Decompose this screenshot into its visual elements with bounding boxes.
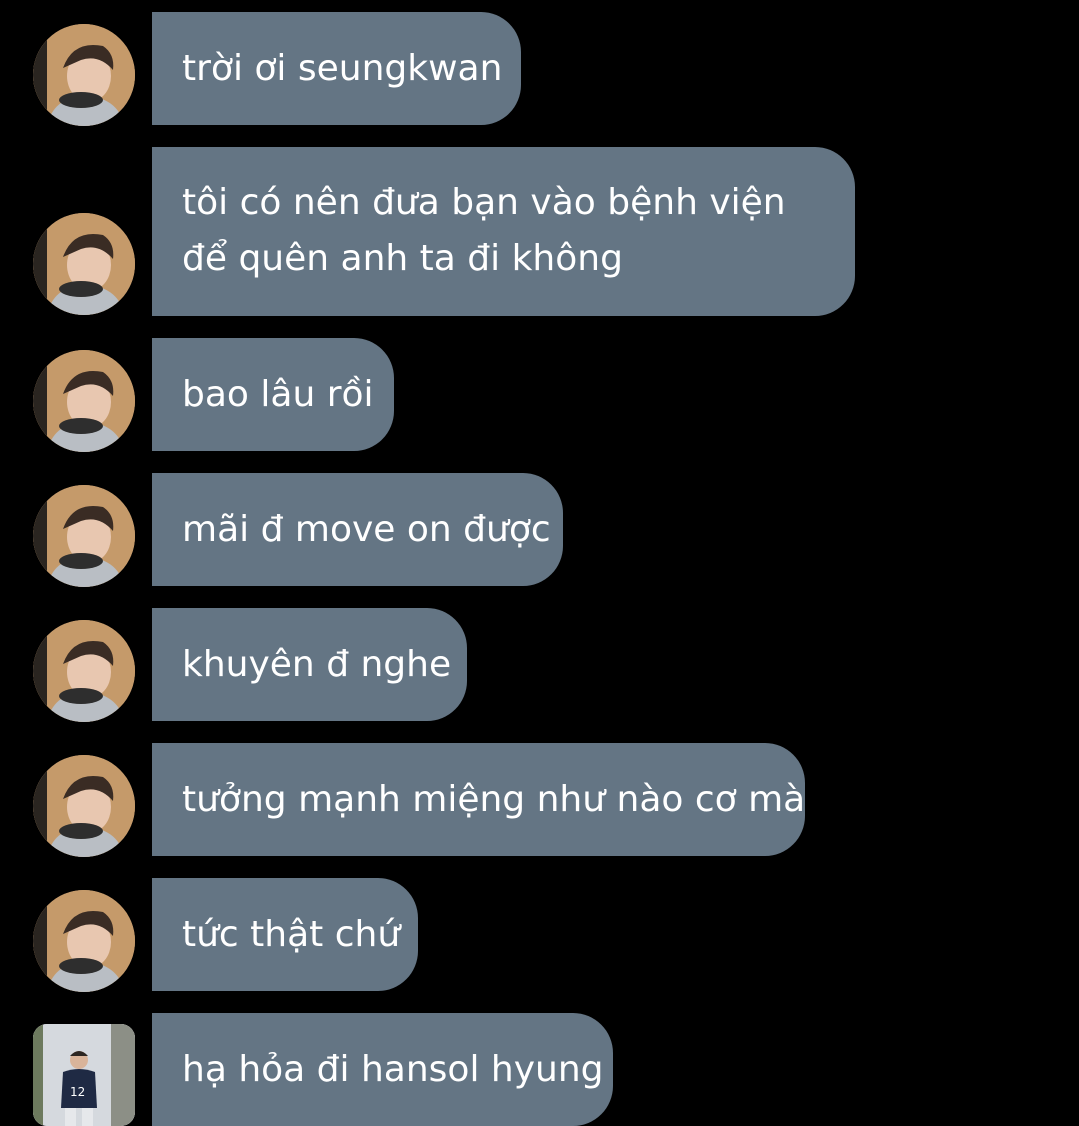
sender-avatar[interactable] xyxy=(33,24,135,126)
message-text: mãi đ move on được xyxy=(182,508,551,550)
sender-avatar[interactable] xyxy=(33,350,135,452)
message-row: tưởng mạnh miệng như nào cơ mà xyxy=(0,743,1079,857)
sender-avatar[interactable] xyxy=(33,620,135,722)
message-bubble[interactable]: bao lâu rồi xyxy=(152,338,394,451)
message-bubble[interactable]: trời ơi seungkwan xyxy=(152,12,521,125)
person-with-headphones-icon xyxy=(33,213,135,315)
person-with-headphones-icon xyxy=(33,620,135,722)
sender-avatar[interactable]: 12 xyxy=(33,1024,135,1126)
message-row: 12 hạ hỏa đi hansol hyung xyxy=(0,1013,1079,1126)
svg-text:12: 12 xyxy=(70,1085,85,1099)
message-text: hạ hỏa đi hansol hyung xyxy=(182,1048,604,1090)
message-row: bao lâu rồi xyxy=(0,338,1079,452)
person-with-headphones-icon xyxy=(33,485,135,587)
person-with-headphones-icon xyxy=(33,755,135,857)
message-text: trời ơi seungkwan xyxy=(182,47,503,89)
message-bubble[interactable]: tôi có nên đưa bạn vào bệnh viện để quên… xyxy=(152,147,855,316)
message-bubble[interactable]: tưởng mạnh miệng như nào cơ mà xyxy=(152,743,805,856)
person-with-headphones-icon xyxy=(33,350,135,452)
sender-avatar[interactable] xyxy=(33,755,135,857)
message-row: tức thật chứ xyxy=(0,878,1079,992)
message-bubble[interactable]: hạ hỏa đi hansol hyung xyxy=(152,1013,613,1126)
message-row: khuyên đ nghe xyxy=(0,608,1079,722)
message-row: tôi có nên đưa bạn vào bệnh viện để quên… xyxy=(0,147,1079,316)
message-row: trời ơi seungkwan xyxy=(0,12,1079,126)
message-text: khuyên đ nghe xyxy=(182,643,452,685)
sender-avatar[interactable] xyxy=(33,485,135,587)
message-text: tưởng mạnh miệng như nào cơ mà xyxy=(182,778,806,820)
message-row: mãi đ move on được xyxy=(0,473,1079,587)
message-bubble[interactable]: mãi đ move on được xyxy=(152,473,563,586)
message-bubble[interactable]: tức thật chứ xyxy=(152,878,418,991)
sender-avatar[interactable] xyxy=(33,213,135,315)
message-text: tức thật chứ xyxy=(182,913,401,955)
chat-thread: trời ơi seungkwan tôi có nên đưa bạn vào… xyxy=(0,0,1079,1126)
message-bubble[interactable]: khuyên đ nghe xyxy=(152,608,467,721)
message-text: tôi có nên đưa bạn vào bệnh viện để quên… xyxy=(182,182,786,279)
sender-avatar[interactable] xyxy=(33,890,135,992)
person-with-headphones-icon xyxy=(33,24,135,126)
message-text: bao lâu rồi xyxy=(182,373,374,415)
person-in-jersey-icon: 12 xyxy=(33,1024,135,1126)
person-with-headphones-icon xyxy=(33,890,135,992)
